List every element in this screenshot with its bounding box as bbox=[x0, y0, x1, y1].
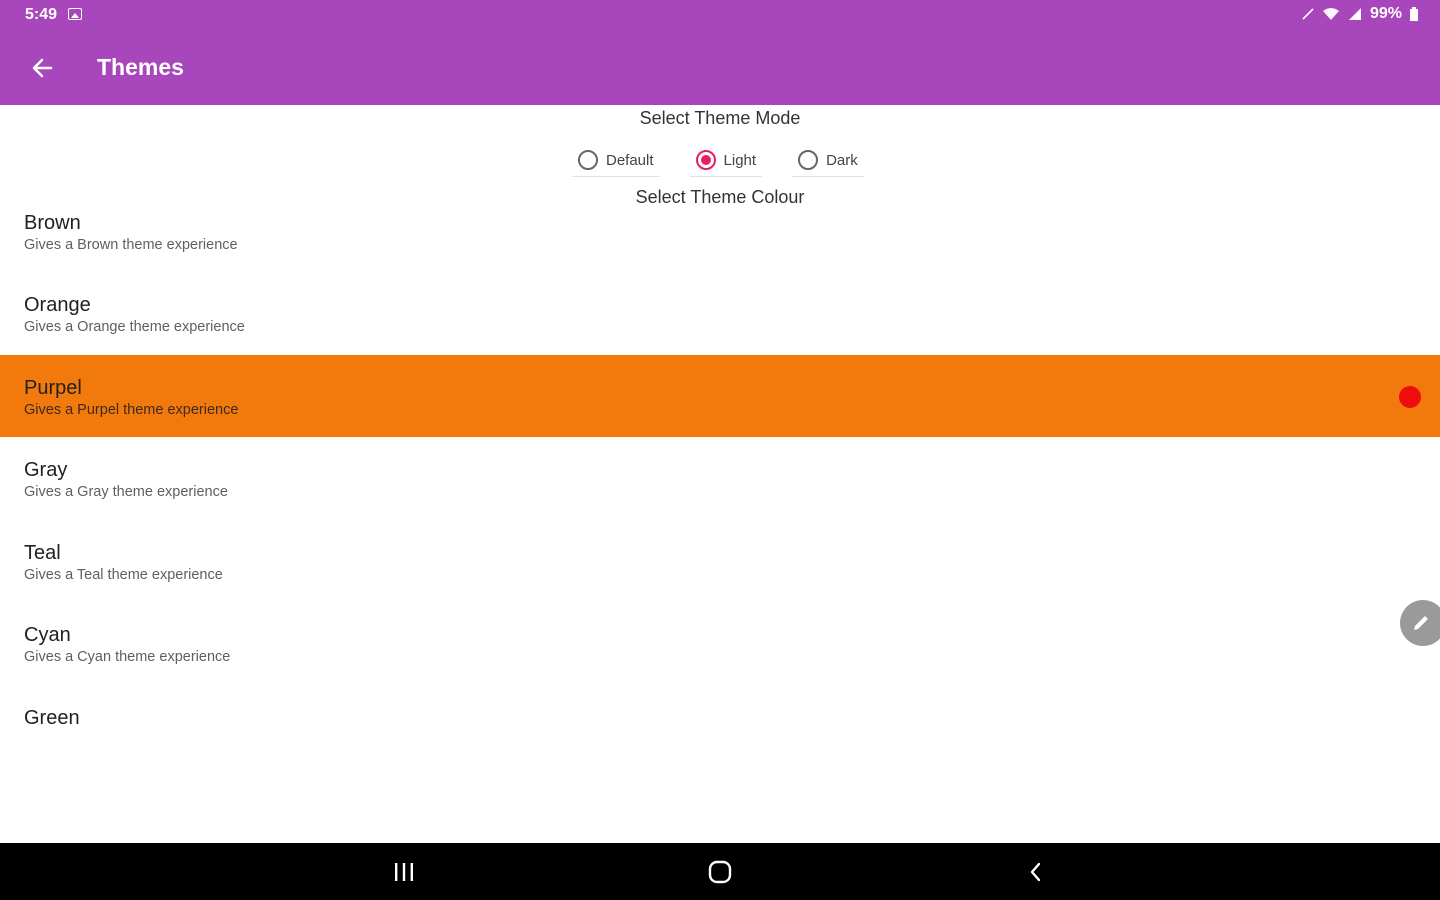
list-item-teal[interactable]: Teal Gives a Teal theme experience bbox=[0, 520, 1440, 602]
home-icon bbox=[708, 860, 732, 884]
item-title: Brown bbox=[24, 212, 81, 234]
pen-icon bbox=[1302, 8, 1314, 20]
signal-icon bbox=[1348, 8, 1361, 20]
radio-circle bbox=[798, 150, 819, 170]
item-subtitle: Gives a Purpel theme experience bbox=[24, 402, 239, 418]
item-title: Purpel bbox=[24, 377, 82, 399]
nav-back-button[interactable] bbox=[1021, 857, 1051, 887]
radio-dark[interactable]: Dark bbox=[792, 144, 864, 177]
list-item-cyan[interactable]: Cyan Gives a Cyan theme experience bbox=[0, 602, 1440, 684]
image-icon bbox=[68, 8, 82, 20]
page-title: Themes bbox=[97, 54, 184, 80]
radio-light[interactable]: Light bbox=[689, 144, 763, 177]
theme-mode-heading: Select Theme Mode bbox=[639, 108, 801, 128]
radio-circle-checked bbox=[695, 150, 716, 170]
battery-icon bbox=[1410, 7, 1418, 21]
battery-percent: 99% bbox=[1369, 5, 1402, 22]
theme-colour-list[interactable]: Brown Gives a Brown theme experience Ora… bbox=[0, 210, 1440, 843]
list-item-orange[interactable]: Orange Gives a Orange theme experience bbox=[0, 272, 1440, 354]
item-subtitle: Gives a Teal theme experience bbox=[24, 567, 223, 583]
theme-mode-radio-group: Default Light Dark bbox=[572, 144, 864, 177]
list-item-green[interactable]: Green bbox=[0, 685, 1440, 767]
back-icon bbox=[1030, 862, 1041, 882]
list-item-gray[interactable]: Gray Gives a Gray theme experience bbox=[0, 437, 1440, 519]
recent-apps-button[interactable] bbox=[389, 857, 419, 887]
radio-default[interactable]: Default bbox=[572, 144, 660, 177]
radio-label: Dark bbox=[826, 151, 858, 169]
edit-fab[interactable] bbox=[1400, 600, 1440, 646]
wifi-icon bbox=[1322, 8, 1339, 20]
item-subtitle: Gives a Gray theme experience bbox=[24, 484, 228, 500]
status-icons: 99% bbox=[1302, 5, 1418, 23]
theme-colour-heading: Select Theme Colour bbox=[635, 187, 805, 207]
list-item-purpel[interactable]: Purpel Gives a Purpel theme experience bbox=[0, 355, 1440, 437]
recent-apps-icon bbox=[395, 863, 413, 881]
arrow-left-icon bbox=[32, 58, 53, 78]
item-title: Orange bbox=[24, 294, 91, 316]
home-button[interactable] bbox=[705, 857, 735, 887]
back-button[interactable] bbox=[26, 52, 58, 84]
app-bar: 5:49 99% Themes bbox=[0, 0, 1440, 105]
item-subtitle: Gives a Cyan theme experience bbox=[24, 649, 231, 665]
radio-circle bbox=[578, 150, 598, 170]
item-subtitle: Gives a Orange theme experience bbox=[24, 319, 245, 335]
pencil-icon bbox=[1414, 616, 1428, 630]
radio-label: Light bbox=[723, 151, 757, 169]
system-nav-bar bbox=[0, 843, 1440, 900]
item-title: Teal bbox=[24, 542, 61, 564]
item-subtitle: Gives a Brown theme experience bbox=[24, 237, 238, 253]
list-item-brown[interactable]: Brown Gives a Brown theme experience bbox=[0, 210, 1440, 272]
item-title: Green bbox=[24, 707, 80, 729]
selected-indicator bbox=[1399, 386, 1421, 408]
radio-label: Default bbox=[606, 151, 654, 169]
item-title: Gray bbox=[24, 459, 68, 481]
status-time: 5:49 bbox=[25, 6, 58, 23]
item-title: Cyan bbox=[24, 624, 71, 646]
